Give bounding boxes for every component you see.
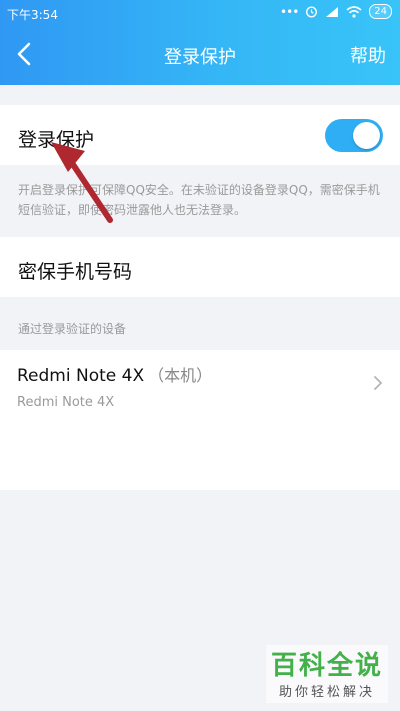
page-title: 登录保护 bbox=[164, 47, 236, 68]
alarm-icon bbox=[306, 6, 318, 18]
status-time: 下午3:54 bbox=[7, 8, 58, 22]
status-icons: ••• 24 bbox=[280, 4, 392, 19]
devices-section-label: 通过登录验证的设备 bbox=[18, 322, 127, 336]
login-protect-row[interactable]: 登录保护 bbox=[0, 105, 400, 165]
header-bar: 下午3:54 ••• 24 登录保护 帮助 bbox=[0, 0, 400, 85]
watermark: 百科全说 助你轻松解决 bbox=[266, 645, 388, 703]
device-current-tag: （本机） bbox=[148, 366, 213, 385]
toggle-knob bbox=[353, 122, 380, 149]
security-phone-row[interactable]: 密保手机号码 bbox=[0, 237, 400, 297]
watermark-title: 百科全说 bbox=[270, 651, 383, 681]
notification-dots: ••• bbox=[280, 4, 299, 19]
login-protect-description: 开启登录保护可保障QQ安全。在未验证的设备登录QQ，需密保手机短信验证，即使密码… bbox=[18, 183, 380, 217]
device-name-text: Redmi Note 4X bbox=[17, 366, 145, 386]
battery-icon: 24 bbox=[369, 4, 392, 19]
device-name: Redmi Note 4X （本机） bbox=[17, 362, 212, 386]
nav-bar: 登录保护 帮助 bbox=[0, 26, 400, 83]
login-protect-label: 登录保护 bbox=[18, 129, 95, 151]
device-model: Redmi Note 4X bbox=[17, 395, 115, 410]
watermark-subtitle: 助你轻松解决 bbox=[278, 685, 375, 700]
signal-icon bbox=[326, 6, 339, 17]
security-phone-label: 密保手机号码 bbox=[18, 261, 133, 283]
login-protect-toggle[interactable] bbox=[325, 119, 383, 152]
help-button[interactable]: 帮助 bbox=[350, 42, 386, 68]
wifi-icon bbox=[346, 5, 362, 18]
status-bar: 下午3:54 ••• 24 bbox=[0, 0, 400, 26]
chevron-right-icon bbox=[374, 376, 383, 390]
